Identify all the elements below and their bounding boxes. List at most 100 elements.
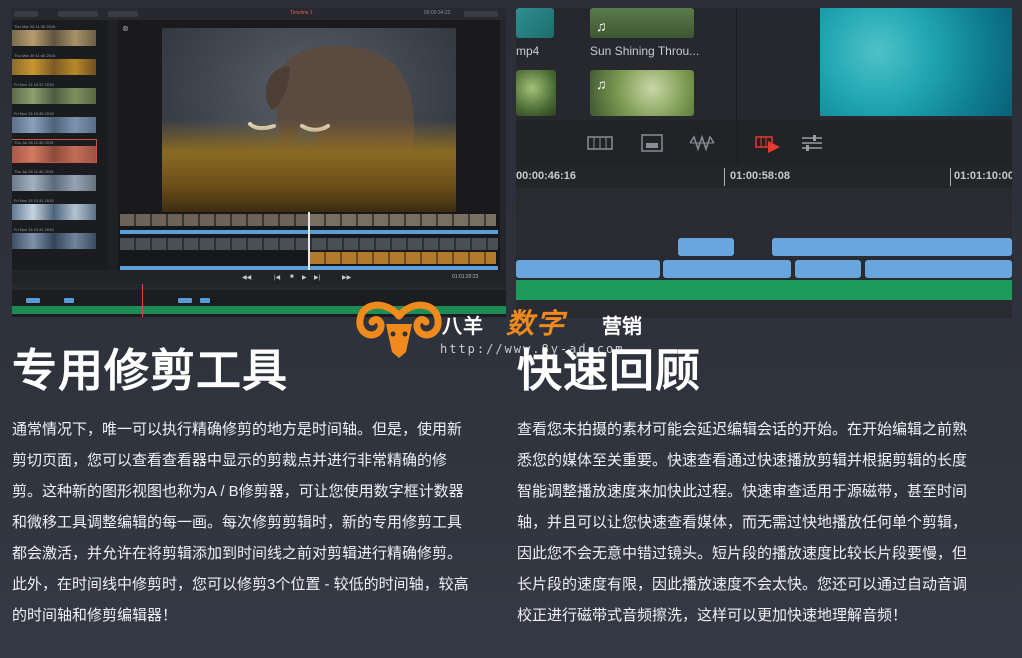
strip-view-icon[interactable] [586,133,614,153]
clip-thumbnails [12,59,96,75]
audio-track[interactable] [516,280,1012,300]
paragraph-line: 剪切页面，您可以查看查看器中显示的剪裁点并进行非常精确的修 [12,452,448,469]
timeline-clip[interactable] [663,260,791,278]
timeline-ruler[interactable] [12,284,506,290]
clip-caption: Thu Jul 28 11:40 2015 [14,169,54,174]
clip-caption: Thu Jul 28 11:40 2015 [14,140,54,145]
playhead[interactable] [142,284,143,317]
section-title-fast-review: 快速回顾 [517,345,702,396]
ram-logo-icon [356,301,442,358]
paragraph-line: 剪。这种新的图形视图也称为A / B修剪器，可让您使用数字框计数器 [12,483,464,500]
panel-divider [736,8,737,120]
paragraph-line: 和微移工具调整编辑的每一画。每次修剪剪辑时，新的专用修剪工具 [12,514,463,531]
timeline-clip[interactable] [678,238,734,256]
clip-label: Sun Shining Throu... [590,44,700,58]
play-icon[interactable]: ▶ [302,274,307,281]
clip-thumbnails [12,30,96,46]
viewer-options[interactable] [464,11,498,17]
timeline-clip[interactable] [26,298,40,303]
clip-thumbnail[interactable] [516,8,554,38]
fast-review-icon[interactable] [754,133,782,153]
ruler-timecode: 01:01:10:00 [954,170,1012,182]
cut-page-screenshot: Timeline 1 00:00:34:22 Thu Mar 26 11:39 … [12,8,506,317]
timeline-clip[interactable] [772,238,1012,256]
ruler-timecode: 00:00:46:16 [516,170,576,182]
paragraph-line: 的时间轴和修剪编辑器！ [12,607,178,624]
clip-strip[interactable]: Thu Jul 28 11:40 2015 [12,169,96,191]
trim-tools-description: 通常情况下，唯一可以执行精确修剪的地方是时间轴。但是，使用新 剪切页面，您可以查… [12,414,498,631]
fast-review-description: 查看您未拍摄的素材可能会延迟编辑会话的开始。在开始编辑之前熟 悉您的媒体至关重要… [517,414,1003,631]
clip-strip[interactable]: Fri Nov 13 10:31 2015 [12,227,96,249]
clip-caption: Fri Nov 13 10:37 2015 [14,82,54,87]
paragraph-line: 悉您的媒体至关重要。快速查看通过快速播放剪辑并根据剪辑的长度 [517,452,968,469]
waveform-icon[interactable] [688,133,716,153]
timeline-clip[interactable] [516,260,660,278]
clip-caption: Fri Nov 13 10:36 2015 [14,111,54,116]
forward-icon[interactable]: ▶▶ [342,274,351,281]
grass-foreground [162,120,456,212]
ruler-timecode: 01:00:58:08 [730,170,790,182]
clip-b-thumbs [310,214,496,226]
prev-icon[interactable]: ◀◀ [242,274,251,281]
timeline-clip[interactable] [64,298,74,303]
source-viewer[interactable] [820,8,1012,116]
clip-strip[interactable]: Thu Mar 26 11:39 2015 [12,24,96,46]
clip-strip[interactable]: Fri Nov 13 10:37 2015 [12,82,96,104]
app-toolbar: Timeline 1 00:00:34:22 [12,8,506,20]
clip-thumbnail[interactable]: ♫ [590,8,694,38]
ruler-mark [950,168,951,186]
clip-strip-selected[interactable]: Thu Jul 28 11:40 2015 [12,139,97,163]
clip-thumbnails [12,146,96,162]
paragraph-line: 校正进行磁带式音频擦洗，这样可以更加快速地理解音频！ [517,607,908,624]
view-buttons[interactable] [108,11,138,17]
viewer-timecode: 00:00:34:22 [424,10,451,16]
clip-a-thumbs [120,214,310,226]
media-pool-tabs[interactable] [14,11,38,17]
timeline-clip[interactable] [178,298,192,303]
clip-thumbnail[interactable] [516,70,556,116]
timeline-ruler[interactable]: 00:00:46:16 01:00:58:08 01:01:10:00 [516,166,1012,188]
clip-strip[interactable]: Fri Nov 13 10:36 2015 [12,111,96,133]
clip-thumbnails [12,175,96,191]
paragraph-line: 此外，在时间线中修剪时，您可以修剪3个位置 - 较低的时间轴，较高 [12,576,469,593]
clip-strip[interactable]: Thu Mar 26 11:40 2015 [12,53,96,75]
clip-thumbnails [12,117,96,133]
ruler-mark [724,168,725,186]
inspector-strip[interactable] [500,20,506,272]
source-tape-icon[interactable] [638,133,666,153]
trim-thumbs [310,252,496,264]
cut-toolbar [516,120,1012,166]
clip-caption: Thu Mar 26 11:39 2015 [14,24,56,29]
rewind-icon[interactable]: |◀ [274,274,280,281]
section-title-trim-tools: 专用修剪工具 [12,345,289,396]
music-note-icon: ♫ [596,18,607,34]
timeline-clip[interactable] [200,298,210,303]
viewer-frame [162,28,456,212]
clip-label: mp4 [516,44,540,58]
timeline-name: Timeline 1 [290,10,313,16]
clip-thumbnails [12,88,96,104]
watermark-brand-a: 八羊 [442,316,484,338]
clip-strip[interactable]: Fri Nov 13 10:31 2015 [12,198,96,220]
clip-thumbnails [12,204,96,220]
watermark-brand-c: 营销 [602,316,642,338]
edit-point[interactable] [308,212,310,270]
search-field[interactable] [58,11,98,17]
timeline-clip[interactable] [865,260,1012,278]
close-icon[interactable]: ⊗ [122,24,129,33]
paragraph-line: 智能调整播放速度来加快此过程。快速审查适用于源磁带，甚至时间 [517,483,968,500]
stop-icon[interactable]: ■ [290,274,294,280]
watermark-brand-b: 数字 [506,308,567,339]
clip-thumbnail[interactable]: ♫ [590,70,694,116]
ab-trimmer[interactable] [118,212,500,270]
next-icon[interactable]: ▶| [314,274,320,281]
paragraph-line: 长片段的速度有限，因此播放速度不会太快。您还可以通过自动音调 [517,576,968,593]
trim-adjust-icon[interactable] [798,133,826,153]
paragraph-line: 查看您未拍摄的素材可能会延迟编辑会话的开始。在开始编辑之前熟 [517,421,968,438]
timeline-clip[interactable] [795,260,861,278]
toolbar-divider [737,120,738,166]
viewer[interactable]: ⊗ [118,20,500,212]
media-pool: Thu Mar 26 11:39 2015 Thu Mar 26 11:40 2… [12,20,108,272]
transport-bar: ◀◀ |◀ ■ ▶ ▶| ▶▶ 01:01:20:23 [12,270,506,284]
clip-caption: Thu Mar 26 11:40 2015 [14,53,56,58]
